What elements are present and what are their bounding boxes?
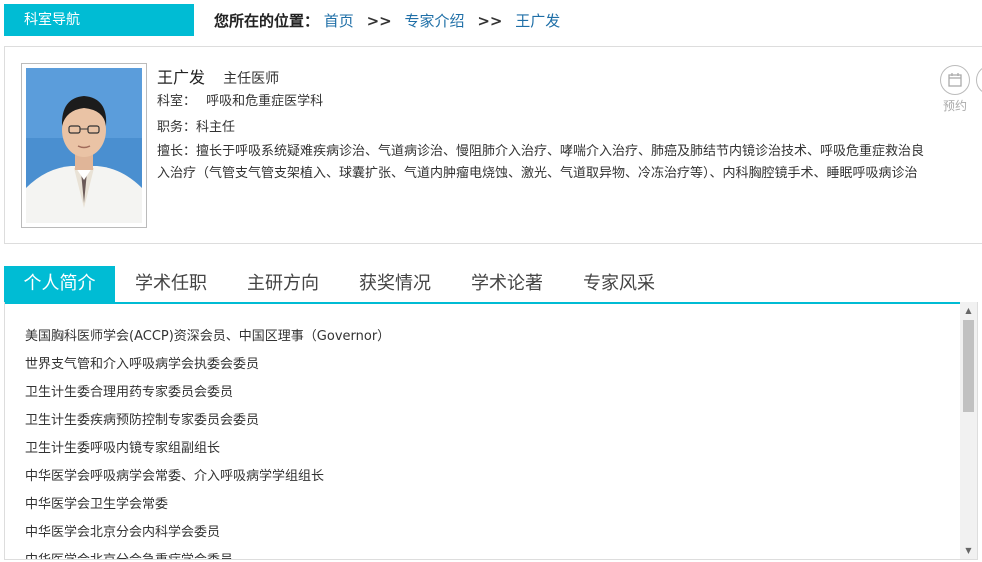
department-value: 呼吸和危重症医学科 (206, 94, 324, 109)
appointment-label: 预约 (942, 99, 967, 113)
breadcrumb-home[interactable]: 首页 (324, 12, 354, 30)
specialty-text-1: 擅长于呼吸系统疑难疾病诊治、气道病诊治、慢阻肺介入治疗、哮喘介入治疗、肺癌及肺结… (196, 144, 925, 159)
list-item: 中华医学会北京分会急重症学会委员 (25, 547, 390, 559)
tab-research[interactable]: 主研方向 (237, 266, 329, 302)
list-item: 卫生计生委疾病预防控制专家委员会委员 (25, 413, 260, 428)
tab-content-panel: 美国胸科医师学会(ACCP)资深会员、中国区理事（Governor） 世界支气管… (4, 302, 978, 560)
calendar-icon (940, 65, 970, 95)
breadcrumb-current[interactable]: 王广发 (515, 12, 560, 30)
list-item: 中华医学会北京分会内科学会委员 (25, 525, 221, 540)
breadcrumb-separator: >> (366, 12, 392, 30)
appointment-button[interactable]: 预约 (935, 65, 975, 114)
list-item: 中华医学会卫生学会常委 (25, 497, 169, 512)
top-bar: 科室导航 您所在的位置： 首页 >> 专家介绍 >> 王广发 (0, 0, 982, 40)
list-item: 中华医学会呼吸病学会常委、介入呼吸病学学组组长 (25, 469, 325, 484)
department-label: 科室： (157, 94, 197, 109)
scrollbar[interactable]: ▲ ▼ (960, 302, 977, 559)
position-value: 科主任 (196, 120, 236, 135)
name-line: 王广发 主任医师 (157, 67, 982, 89)
bio-list: 美国胸科医师学会(ACCP)资深会员、中国区理事（Governor） 世界支气管… (25, 323, 391, 559)
list-item: 卫生计生委呼吸内镜专家组副组长 (25, 441, 221, 456)
tab-awards[interactable]: 获奖情况 (349, 266, 441, 302)
doctor-photo (26, 68, 142, 223)
list-item: 世界支气管和介入呼吸病学会执委会委员 (25, 357, 260, 372)
doctor-photo-frame (21, 63, 147, 228)
tab-publications[interactable]: 学术论著 (461, 266, 553, 302)
profile-tabs: 个人简介 学术任职 主研方向 获奖情况 学术论著 专家风采 (4, 266, 978, 304)
doctor-profile-card: 王广发 主任医师 科室： 呼吸和危重症医学科 职务：科主任 擅长：擅长于呼吸系统… (4, 46, 982, 244)
consult-label: 咨 (971, 97, 982, 114)
consult-button[interactable]: 咨 (971, 65, 982, 114)
specialty-row-2: 入治疗（气管支气管支架植入、球囊扩张、气道内肿瘤电烧蚀、激光、气道取异物、冷冻治… (157, 163, 982, 185)
position-label: 职务： (157, 120, 197, 135)
doctor-title: 主任医师 (223, 71, 280, 87)
specialty-text-2: 入治疗（气管支气管支架植入、球囊扩张、气道内肿瘤电烧蚀、激光、气道取异物、冷冻治… (157, 166, 918, 181)
specialty-row: 擅长：擅长于呼吸系统疑难疾病诊治、气道病诊治、慢阻肺介入治疗、哮喘介入治疗、肺癌… (157, 141, 982, 163)
scrollbar-thumb[interactable] (963, 320, 974, 412)
department-row: 科室： 呼吸和危重症医学科 (157, 89, 982, 115)
specialty-label: 擅长： (157, 144, 197, 159)
breadcrumb-prefix: 您所在的位置： (214, 12, 320, 30)
position-row: 职务：科主任 (157, 115, 982, 141)
breadcrumb-experts[interactable]: 专家介绍 (405, 12, 465, 30)
scroll-up-arrow-icon[interactable]: ▲ (960, 302, 977, 319)
scroll-down-arrow-icon[interactable]: ▼ (960, 542, 977, 559)
list-item: 卫生计生委合理用药专家委员会委员 (25, 385, 234, 400)
tab-bio[interactable]: 个人简介 (4, 266, 115, 302)
list-item: 美国胸科医师学会(ACCP)资深会员、中国区理事（Governor） (25, 329, 391, 344)
tab-academic-posts[interactable]: 学术任职 (125, 266, 217, 302)
breadcrumb-separator: >> (477, 12, 503, 30)
doctor-info: 王广发 主任医师 科室： 呼吸和危重症医学科 职务：科主任 擅长：擅长于呼吸系统… (157, 67, 982, 185)
doctor-name: 王广发 (157, 68, 206, 87)
tab-gallery[interactable]: 专家风采 (573, 266, 665, 302)
consult-icon (976, 65, 982, 95)
department-nav-tab[interactable]: 科室导航 (4, 4, 194, 36)
breadcrumb: 您所在的位置： 首页 >> 专家介绍 >> 王广发 (214, 10, 560, 31)
